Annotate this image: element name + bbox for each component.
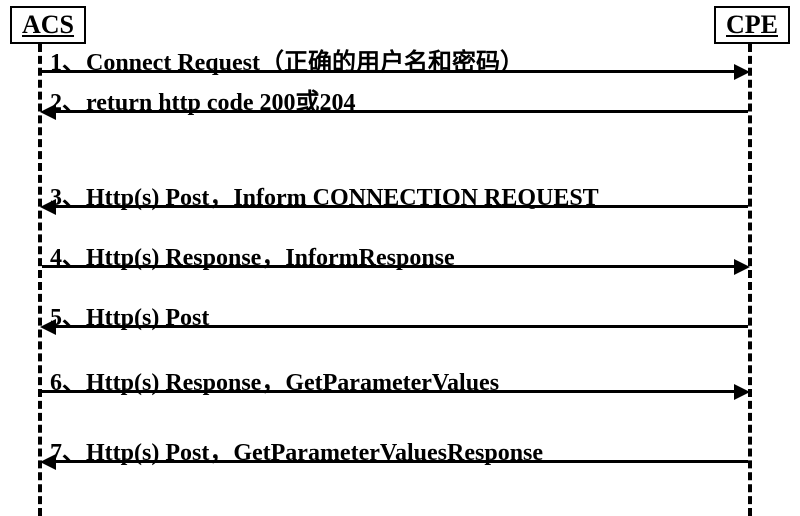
message-6-arrowhead bbox=[734, 384, 750, 400]
message-7-arrowhead bbox=[40, 454, 56, 470]
message-2-arrowhead bbox=[40, 104, 56, 120]
message-3-arrow bbox=[56, 205, 748, 208]
actor-cpe: CPE bbox=[714, 6, 790, 44]
sequence-diagram: ACS CPE 1、Connect Request（正确的用户名和密码）2、re… bbox=[0, 0, 800, 516]
message-1-arrow bbox=[42, 70, 734, 73]
message-4-arrowhead bbox=[734, 259, 750, 275]
message-3-arrowhead bbox=[40, 199, 56, 215]
message-7-arrow bbox=[56, 460, 748, 463]
message-5-arrowhead bbox=[40, 319, 56, 335]
lifeline-cpe bbox=[748, 44, 752, 516]
message-2-arrow bbox=[56, 110, 748, 113]
actor-acs: ACS bbox=[10, 6, 86, 44]
message-1-arrowhead bbox=[734, 64, 750, 80]
message-6-arrow bbox=[42, 390, 734, 393]
message-4-arrow bbox=[42, 265, 734, 268]
message-5-arrow bbox=[56, 325, 748, 328]
